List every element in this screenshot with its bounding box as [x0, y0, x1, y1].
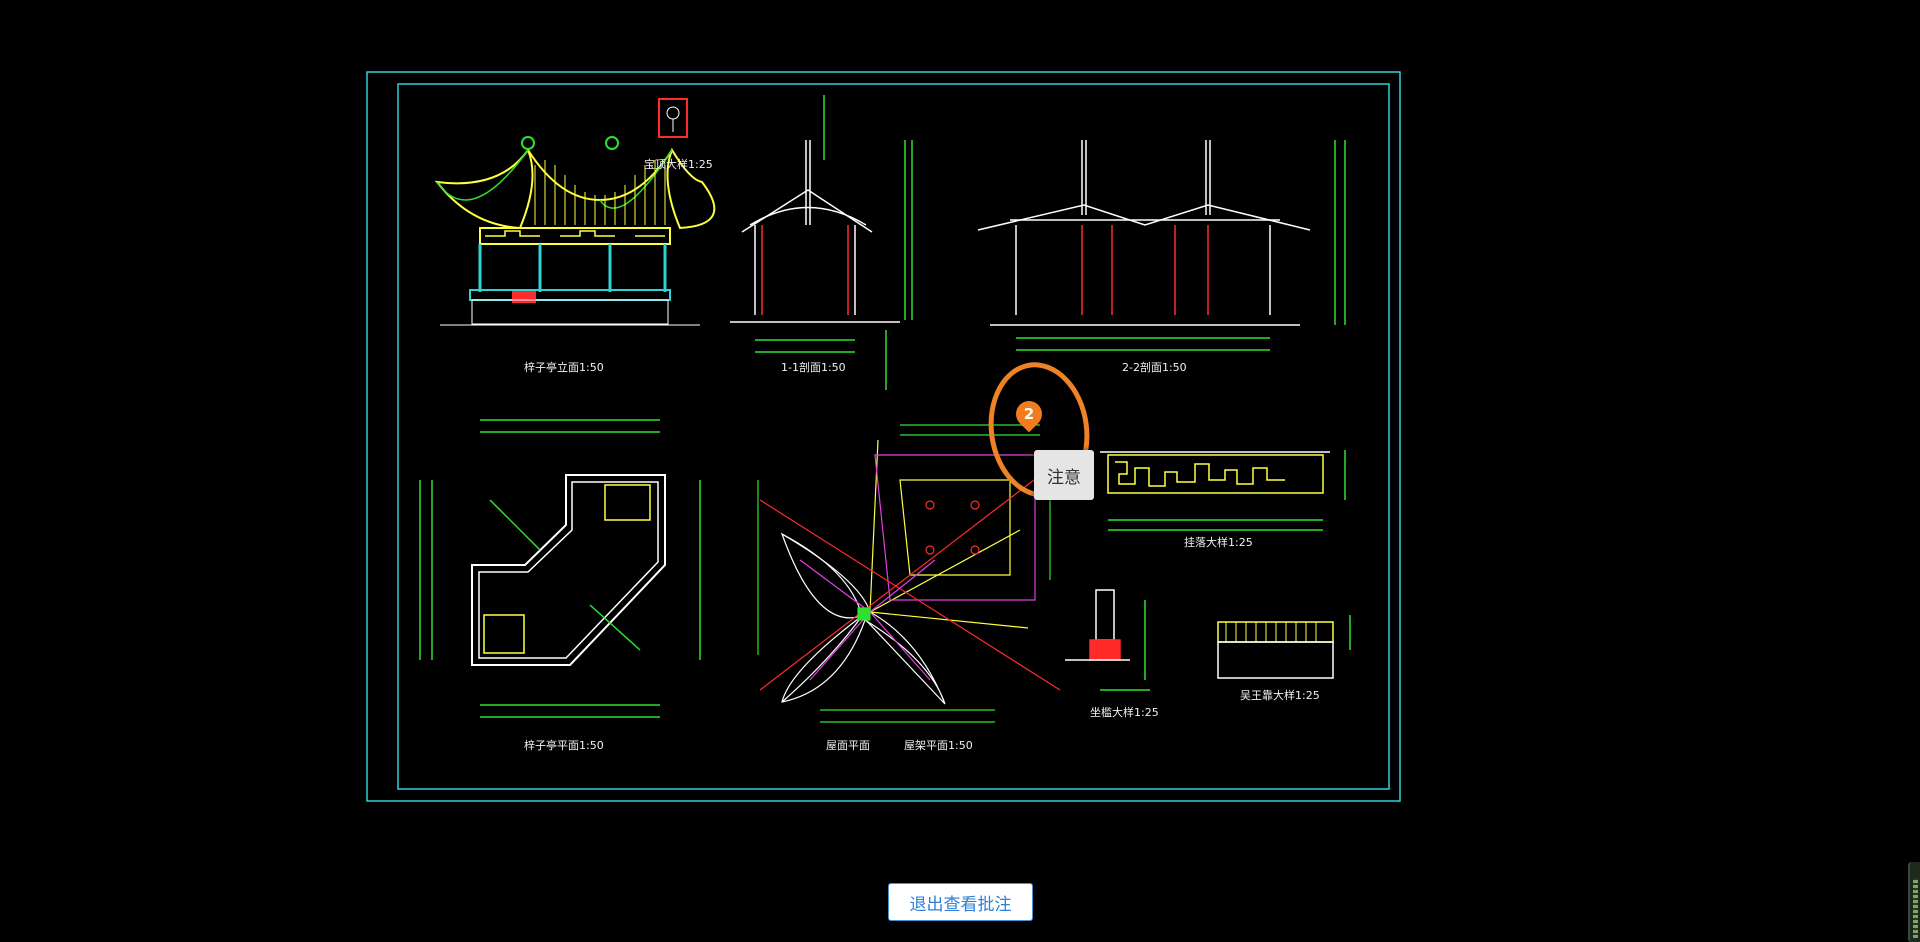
pavilion-elevation-drawing [434, 98, 716, 326]
label-seat-detail: 坐槛大样1:25 [1090, 705, 1159, 719]
side-scroll-handle[interactable] [1908, 862, 1920, 942]
label-section-1: 1-1剖面1:50 [781, 360, 846, 374]
label-plan: 梓子亭平面1:50 [524, 738, 604, 752]
label-roof-frame-plan: 屋架平面1:50 [904, 739, 973, 752]
side-scroll-indicator [1913, 878, 1918, 938]
annotation-number[interactable]: 2 [1016, 402, 1042, 426]
wuwangkao-detail-drawing [1217, 615, 1351, 679]
pavilion-plan-drawing [419, 419, 701, 718]
label-finial-detail: 宝顶大样1:25 [644, 157, 713, 171]
annotation-tooltip[interactable]: 注意 [1034, 450, 1094, 500]
section-1-drawing [730, 95, 913, 390]
hanging-fascia-drawing [1100, 450, 1346, 531]
label-wuwangkao-detail: 吴王靠大样1:25 [1240, 688, 1320, 702]
cad-drawing: 梓子亭立面1:50 宝顶大样1:25 1-1剖面1:50 2-2剖面1:50 梓… [366, 71, 1401, 802]
label-hanging-fascia-detail: 挂落大样1:25 [1184, 535, 1253, 549]
exit-annotation-view-button[interactable]: 退出查看批注 [888, 883, 1033, 921]
drawing-inner-frame [397, 83, 1390, 790]
label-section-2: 2-2剖面1:50 [1122, 360, 1187, 374]
label-elevation: 梓子亭立面1:50 [524, 360, 604, 374]
section-2-drawing [977, 140, 1346, 351]
seat-detail-drawing [1065, 589, 1150, 691]
drawing-viewer[interactable]: 梓子亭立面1:50 宝顶大样1:25 1-1剖面1:50 2-2剖面1:50 梓… [0, 0, 1920, 942]
label-roof-plan: 屋面平面 [826, 739, 870, 752]
